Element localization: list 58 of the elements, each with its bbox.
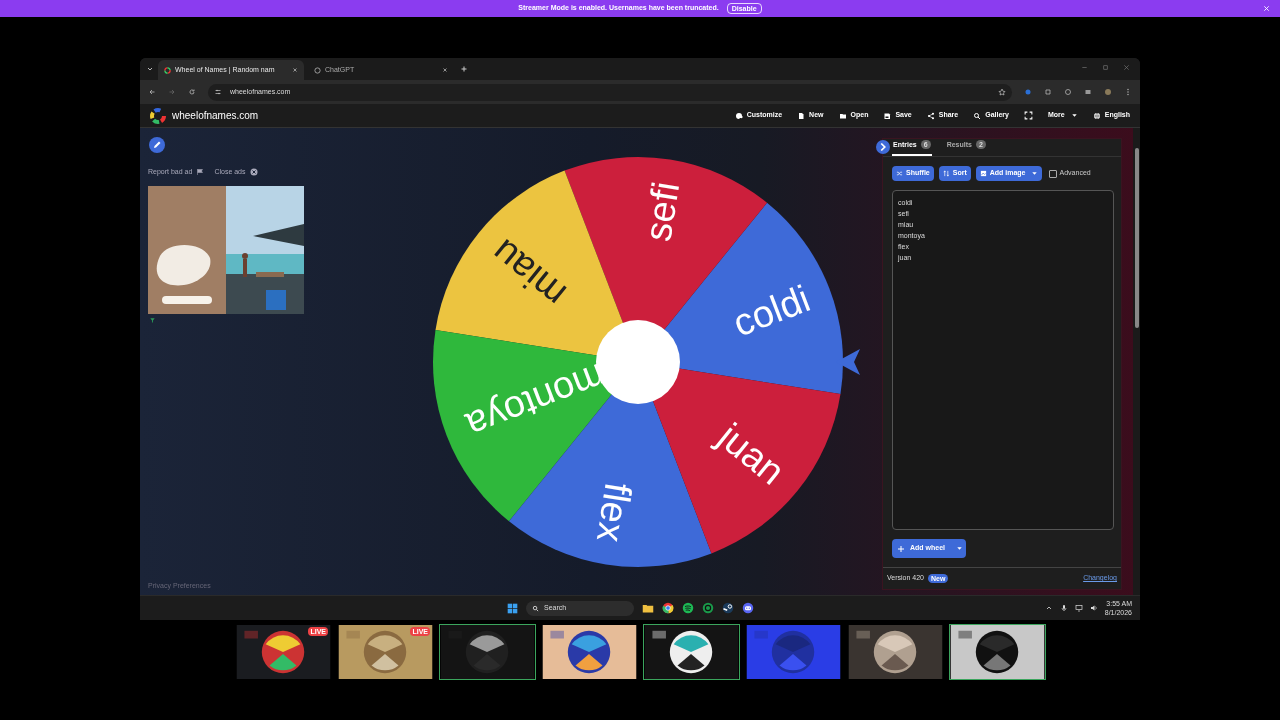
profile-icon[interactable] — [1084, 88, 1092, 96]
caret-icon — [956, 545, 963, 552]
save-icon — [883, 111, 892, 120]
site-favicon — [314, 66, 321, 74]
search-icon — [973, 111, 982, 120]
avatar-icon[interactable] — [1104, 88, 1112, 96]
monitor-icon[interactable] — [1074, 604, 1083, 612]
app-icon[interactable] — [722, 602, 734, 614]
menu-icon[interactable] — [1124, 88, 1132, 96]
minimize-icon[interactable] — [1081, 64, 1088, 71]
image-icon — [979, 170, 987, 177]
site-settings-icon[interactable] — [214, 88, 222, 96]
extensions-icon[interactable] — [1044, 88, 1052, 96]
speaker-icon[interactable] — [1089, 604, 1098, 612]
site-favicon — [164, 66, 171, 74]
microphone-icon[interactable] — [1059, 604, 1068, 612]
reload-icon[interactable] — [188, 88, 196, 96]
chat-app-icon[interactable] — [742, 602, 754, 614]
sort-icon — [942, 170, 950, 177]
document-icon — [797, 111, 806, 120]
browser-icon[interactable] — [662, 602, 674, 614]
scrollbar-thumb[interactable] — [1134, 148, 1139, 328]
chevron-up-icon[interactable] — [1044, 604, 1053, 612]
caret-icon — [1070, 112, 1078, 119]
search-icon — [532, 604, 539, 612]
close-icon[interactable] — [292, 67, 298, 73]
tab-list-icon[interactable] — [146, 65, 154, 73]
fullscreen-icon[interactable] — [1024, 111, 1033, 120]
share-icon — [926, 111, 935, 120]
extension-icon[interactable] — [1024, 88, 1032, 96]
logo-icon[interactable] — [150, 107, 166, 124]
music-app-icon[interactable] — [682, 602, 694, 614]
lens-icon[interactable] — [1064, 88, 1072, 96]
wheel-label: miau — [483, 231, 574, 316]
flag-icon — [196, 168, 205, 177]
close-icon — [249, 168, 258, 177]
globe-icon — [1092, 111, 1101, 120]
wheel-label: flex — [588, 480, 640, 546]
close-icon[interactable] — [442, 67, 448, 73]
start-button[interactable] — [507, 602, 518, 614]
wheel-label: juan — [710, 415, 793, 493]
plus-icon — [897, 544, 905, 553]
back-icon[interactable] — [148, 88, 156, 96]
palette-icon — [734, 111, 743, 120]
folder-icon — [838, 111, 847, 120]
collapse-button[interactable] — [876, 140, 890, 154]
site-title[interactable]: wheelofnames.com — [172, 108, 259, 123]
wheel-label: coldi — [727, 277, 816, 345]
folder-icon[interactable] — [642, 602, 654, 614]
bookmark-star-icon[interactable] — [998, 88, 1006, 96]
close-icon[interactable] — [1123, 64, 1130, 71]
checkbox[interactable] — [1048, 169, 1057, 178]
filter-icon — [149, 316, 156, 324]
caret-icon — [1030, 170, 1038, 177]
wheel-label: sefi — [636, 178, 688, 244]
edit-button[interactable] — [149, 137, 165, 153]
shuffle-icon — [896, 170, 903, 177]
new-tab-icon[interactable] — [460, 65, 468, 73]
